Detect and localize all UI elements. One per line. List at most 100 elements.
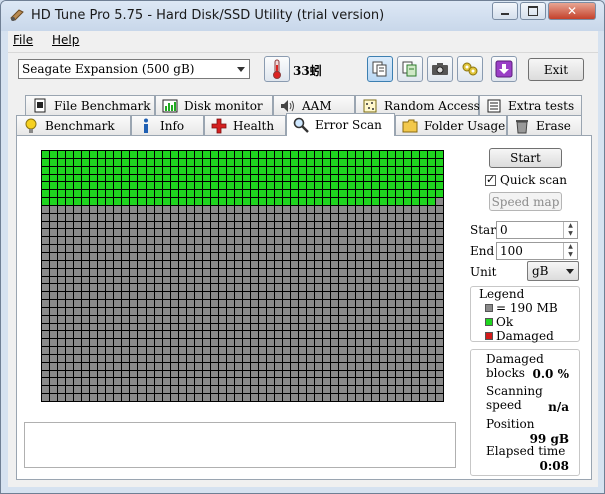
start-spinbox[interactable]: 0 ▲ ▼ — [496, 221, 578, 239]
block-unscanned — [58, 347, 66, 354]
block-unscanned — [291, 245, 299, 252]
block-unscanned — [202, 237, 210, 245]
block-unscanned — [427, 292, 435, 300]
block-ok — [347, 190, 355, 198]
block-unscanned — [251, 229, 259, 237]
block-unscanned — [363, 300, 371, 307]
spin-down-icon[interactable]: ▼ — [563, 251, 577, 259]
block-unscanned — [395, 354, 403, 362]
minimize-button[interactable] — [492, 2, 518, 20]
block-unscanned — [162, 323, 170, 331]
spin-down-icon[interactable]: ▼ — [563, 230, 577, 238]
block-unscanned — [283, 245, 291, 252]
block-ok — [106, 182, 114, 190]
tab-health[interactable]: Health — [204, 115, 286, 135]
block-unscanned — [98, 347, 106, 354]
block-ok — [154, 198, 162, 205]
tab-erase[interactable]: Erase — [507, 115, 582, 135]
block-unscanned — [363, 378, 371, 386]
block-unscanned — [419, 347, 427, 354]
block-unscanned — [403, 370, 411, 378]
block-ok — [242, 174, 251, 182]
spin-up-icon[interactable]: ▲ — [563, 243, 577, 251]
block-unscanned — [371, 378, 379, 386]
menu-file[interactable]: File — [13, 33, 33, 47]
block-unscanned — [138, 362, 146, 370]
menu-help[interactable]: Help — [52, 33, 79, 47]
block-unscanned — [307, 284, 315, 292]
temperature-button[interactable] — [264, 56, 290, 82]
block-ok — [114, 182, 122, 190]
block-ok — [82, 158, 90, 166]
block-ok — [130, 158, 138, 166]
block-unscanned — [74, 268, 82, 276]
tab-error-scan[interactable]: Error Scan — [286, 113, 395, 136]
unit-select[interactable]: gB — [527, 261, 579, 281]
spin-up-icon[interactable]: ▲ — [563, 222, 577, 230]
folder-icon — [402, 118, 418, 134]
block-ok — [363, 151, 371, 158]
block-unscanned — [379, 292, 387, 300]
block-unscanned — [50, 307, 58, 315]
start-scan-button[interactable]: Start — [489, 148, 562, 168]
block-unscanned — [331, 237, 339, 245]
copy-all-button[interactable] — [397, 56, 423, 82]
block-unscanned — [226, 252, 234, 260]
block-unscanned — [283, 347, 291, 354]
block-unscanned — [234, 362, 242, 370]
block-unscanned — [291, 284, 299, 292]
block-unscanned — [267, 300, 275, 307]
block-ok — [114, 166, 122, 174]
screenshot-button[interactable] — [427, 56, 453, 82]
block-unscanned — [395, 339, 403, 347]
block-unscanned — [90, 260, 98, 268]
save-button[interactable] — [491, 56, 517, 82]
block-unscanned — [130, 221, 138, 229]
tab-benchmark[interactable]: Benchmark — [16, 115, 131, 135]
options-button[interactable] — [457, 56, 483, 82]
block-unscanned — [259, 245, 267, 252]
block-unscanned — [323, 378, 331, 386]
maximize-button[interactable] — [520, 2, 546, 20]
block-unscanned — [379, 284, 387, 292]
block-unscanned — [435, 354, 443, 362]
position-label: Position — [486, 417, 535, 431]
block-ok — [98, 190, 106, 198]
tab-random-access[interactable]: Random Access — [355, 95, 480, 115]
quick-scan-checkbox[interactable]: Quick scan — [485, 173, 567, 187]
block-ok — [50, 182, 58, 190]
block-unscanned — [435, 339, 443, 347]
block-unscanned — [283, 307, 291, 315]
title-bar[interactable]: HD Tune Pro 5.75 - Hard Disk/SSD Utility… — [1, 1, 604, 31]
block-unscanned — [90, 213, 98, 221]
speed-map-button[interactable]: Speed map — [489, 192, 562, 211]
tab-info[interactable]: Info — [131, 115, 204, 135]
tab-folder-usage[interactable]: Folder Usage — [395, 115, 507, 135]
tab-aam[interactable]: AAM — [273, 95, 355, 115]
block-unscanned — [90, 292, 98, 300]
block-ok — [419, 166, 427, 174]
block-unscanned — [403, 221, 411, 229]
block-unscanned — [435, 252, 443, 260]
block-unscanned — [307, 245, 315, 252]
block-unscanned — [395, 268, 403, 276]
tab-extra-tests[interactable]: Extra tests — [479, 95, 582, 115]
block-unscanned — [387, 213, 395, 221]
close-button[interactable]: ✕ — [548, 2, 596, 20]
end-spinbox-value: 100 — [500, 244, 523, 258]
copy-info-button[interactable] — [367, 56, 393, 82]
block-unscanned — [419, 339, 427, 347]
block-unscanned — [251, 292, 259, 300]
block-unscanned — [283, 237, 291, 245]
block-unscanned — [339, 300, 347, 307]
end-spinbox[interactable]: 100 ▲ ▼ — [496, 242, 578, 260]
block-ok — [355, 166, 363, 174]
block-ok — [82, 198, 90, 205]
block-ok — [122, 198, 130, 205]
drive-select[interactable]: Seagate Expansion (500 gB) — [18, 59, 250, 79]
block-unscanned — [50, 205, 58, 213]
tab-file-benchmark[interactable]: File Benchmark — [25, 95, 155, 115]
exit-button[interactable]: Exit — [528, 58, 584, 81]
block-ok — [210, 182, 218, 190]
tab-disk-monitor[interactable]: Disk monitor — [155, 95, 273, 115]
